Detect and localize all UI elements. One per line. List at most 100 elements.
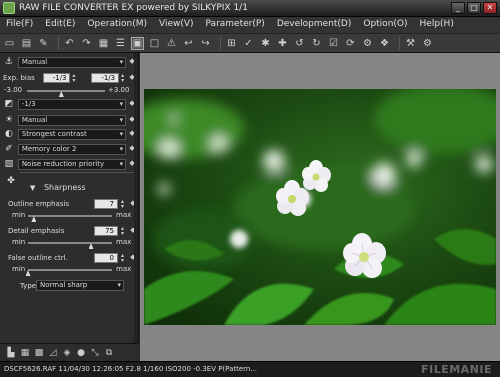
raw-icon[interactable]: ▩ (34, 348, 44, 358)
batch-icon[interactable]: ❖ (378, 37, 391, 50)
hammer-icon[interactable]: ⚒ (404, 37, 417, 50)
white-balance-icon: ⚓ (4, 57, 13, 67)
exposure-row: Exp. bias -1/3 ▴ ▾ -1/3 ▴ ▾ ◆ (3, 72, 136, 84)
compare-icon[interactable]: ⧉ (104, 348, 114, 358)
exposure-spinner[interactable]: ▴ ▾ (70, 73, 77, 84)
folder-icon[interactable]: ▤ (20, 37, 33, 50)
eyedropper-icon[interactable]: ✓ (242, 37, 255, 50)
white-balance-icon[interactable]: ✱ (259, 37, 272, 50)
maximize-button[interactable]: □ (467, 2, 481, 14)
contrast-row: ◐ Strongest contrast ◆ (3, 128, 136, 140)
menu-file[interactable]: File(F) (0, 17, 39, 33)
flower-photo (144, 89, 496, 325)
menu-view[interactable]: View(V) (153, 17, 200, 33)
develop-icon[interactable]: ⚙ (361, 37, 374, 50)
wb-row: ⚓ Manual ◆ (3, 56, 136, 68)
redo-icon[interactable]: ↷ (80, 37, 93, 50)
panel-bottom-toolbar: ▙ ▦ ▩ ◿ ◈ ● ⤡ ⧉ (0, 343, 139, 361)
contrast-dropdown[interactable]: Strongest contrast (17, 128, 127, 140)
menu-parameter[interactable]: Parameter(P) (200, 17, 271, 33)
sun-icon: ☀ (4, 115, 13, 125)
menu-operation[interactable]: Operation(M) (81, 17, 153, 33)
curve-icon[interactable]: ◿ (48, 348, 58, 358)
menu-edit[interactable]: Edit(E) (39, 17, 81, 33)
type-label: Type (20, 282, 37, 290)
exposure-min: -3.00 (4, 86, 23, 94)
exposure-slider[interactable] (27, 90, 105, 92)
sphere-icon[interactable]: ● (76, 348, 86, 358)
false-outline-slider[interactable] (28, 269, 112, 271)
resize-icon[interactable]: ⤡ (90, 348, 100, 358)
grid-view-icon[interactable]: ▦ (97, 37, 110, 50)
detail-spinner[interactable]: ▴ ▾ (119, 226, 126, 237)
next-icon[interactable]: ↪ (199, 37, 212, 50)
outline-min: min (12, 211, 26, 219)
check-icon[interactable]: ☑ (327, 37, 340, 50)
outline-spinner[interactable]: ▴ ▾ (119, 199, 126, 210)
false-outline-label: False outline ctrl. (8, 254, 68, 262)
detail-slider[interactable] (28, 242, 112, 244)
exposure-input-2[interactable]: -1/3 (91, 73, 120, 83)
noise-icon: ▨ (4, 159, 14, 169)
panel-scrollbar[interactable] (134, 53, 138, 343)
tone-icon[interactable]: ✚ (276, 37, 289, 50)
eraser-icon[interactable]: ✎ (37, 37, 50, 50)
exposure-spinner-2[interactable]: ▴ ▾ (119, 73, 126, 84)
outline-input[interactable]: 7 (94, 199, 118, 209)
lens-icon[interactable]: ◈ (62, 348, 72, 358)
exposure-input[interactable]: -1/3 (42, 73, 71, 83)
window-title: RAW FILE CONVERTER EX powered by SILKYPI… (19, 3, 248, 13)
detail-label: Detail emphasis (8, 227, 65, 235)
minimize-button[interactable]: _ (451, 2, 465, 14)
detail-max: max (116, 238, 132, 246)
control-panel: ⚓ Manual ◆ Exp. bias -1/3 ▴▾ -1/3 ▴▾ ◆ -… (0, 53, 139, 343)
sharpness-title[interactable]: ▼ Sharpness (30, 183, 86, 192)
rotate-right-icon[interactable]: ↻ (310, 37, 323, 50)
wb-dropdown[interactable]: Manual (17, 56, 127, 68)
preview-image[interactable] (144, 89, 496, 325)
close-button[interactable]: ✕ (483, 2, 497, 14)
app-icon (3, 2, 15, 14)
noise-dropdown[interactable]: Noise reduction priority (17, 158, 127, 170)
fullscreen-icon[interactable]: □ (148, 37, 161, 50)
outline-slider[interactable] (28, 215, 112, 217)
exp-preset-dropdown[interactable]: -1/3 (17, 98, 127, 110)
collapse-icon[interactable]: ▼ (30, 184, 35, 192)
crop-icon[interactable]: ⊞ (225, 37, 238, 50)
exposure-label: Exp. bias (3, 74, 35, 82)
false-outline-spinner[interactable]: ▴ ▾ (119, 253, 126, 264)
list-view-icon[interactable]: ☰ (114, 37, 127, 50)
watermark-logo: FILEMANIE (421, 363, 492, 376)
undo-icon[interactable]: ↶ (63, 37, 76, 50)
color-dropdown[interactable]: Memory color 2 (17, 143, 127, 155)
menu-help[interactable]: Help(H) (414, 17, 460, 33)
refresh-icon[interactable]: ⟳ (344, 37, 357, 50)
dev-icon[interactable]: ▦ (20, 348, 30, 358)
type-dropdown[interactable]: Normal sharp (36, 280, 124, 291)
outline-label: Outline emphasis (8, 200, 70, 208)
pen-icon: ✐ (5, 144, 13, 154)
toolbar-separator (399, 36, 400, 50)
open-folder-icon[interactable]: ▭ (3, 37, 16, 50)
exposure-max: +3.00 (108, 86, 130, 94)
single-view-icon[interactable]: ▣ (131, 36, 144, 50)
detail-min: min (12, 238, 26, 246)
tone-dropdown[interactable]: Manual (17, 114, 127, 126)
sharpness-icon: ✤ (7, 176, 15, 186)
image-viewer[interactable] (140, 53, 500, 361)
menu-option[interactable]: Option(O) (357, 17, 413, 33)
histogram-icon[interactable]: ▙ (6, 348, 16, 358)
toolbar-separator (220, 36, 221, 50)
window-controls: _ □ ✕ (451, 2, 497, 14)
warning-icon[interactable]: ⚠ (165, 37, 178, 50)
rotate-left-icon[interactable]: ↺ (293, 37, 306, 50)
prev-icon[interactable]: ↩ (182, 37, 195, 50)
false-outline-input[interactable]: 0 (94, 253, 118, 263)
exp-preset-row: ◩ -1/3 ◆ (3, 98, 136, 110)
menu-development[interactable]: Development(D) (271, 17, 358, 33)
settings-icon[interactable]: ⚙ (421, 37, 434, 50)
toolbar: ▭ ▤ ✎ ↶ ↷ ▦ ☰ ▣ □ ⚠ ↩ ↪ ⊞ ✓ ✱ ✚ ↺ ↻ ☑ ⟳ … (0, 33, 500, 53)
status-text: DSCF5626.RAF 11/04/30 12:26:05 F2.8 1/16… (4, 365, 258, 373)
false-outline-min: min (12, 265, 26, 273)
detail-input[interactable]: 75 (94, 226, 118, 236)
